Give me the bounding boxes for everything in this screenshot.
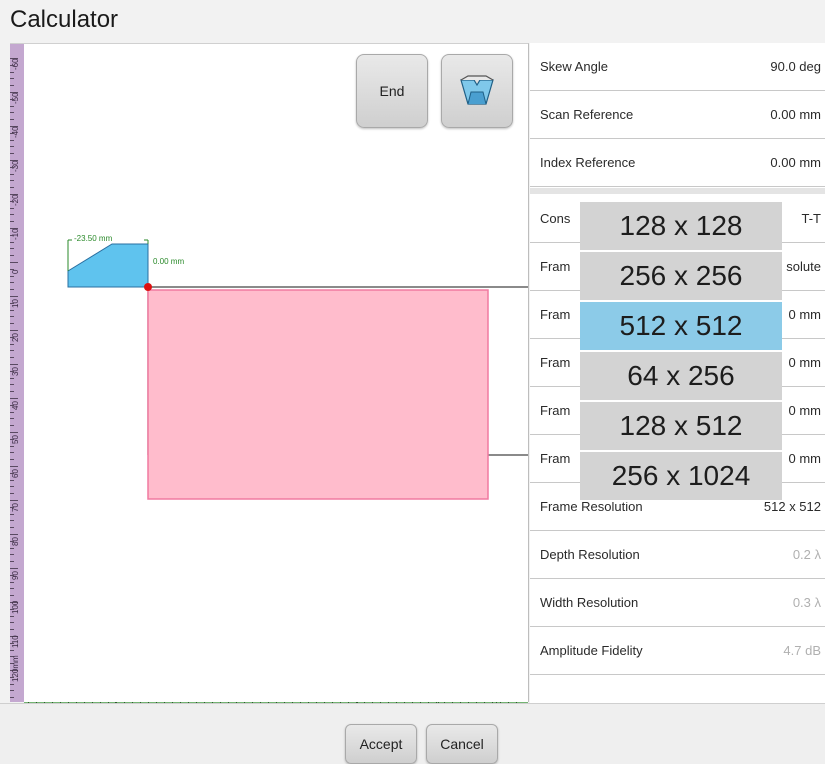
reference-point <box>144 283 152 291</box>
property-row[interactable]: Scan Reference 0.00 mm <box>530 91 825 139</box>
property-label: Index Reference <box>540 155 636 170</box>
property-value: solute <box>786 259 821 274</box>
property-label: Amplitude Fidelity <box>540 643 643 658</box>
property-label: Fram <box>540 403 571 418</box>
property-value: 0.00 mm <box>770 107 821 122</box>
property-value: 0 mm <box>788 451 822 466</box>
property-value: 90.0 deg <box>770 59 821 74</box>
property-value: 0.2 λ <box>792 547 821 562</box>
property-value: 0.3 λ <box>792 595 821 610</box>
property-label: Fram <box>540 259 571 274</box>
drawing-canvas[interactable]: -60 -50 -40 -30 -20 -10 0 10 20 30 40 50 60 70 80 90 100… <box>10 43 529 716</box>
probe-view-button[interactable] <box>441 54 513 128</box>
property-row[interactable]: Index Reference 0.00 mm <box>530 139 825 187</box>
end-button[interactable]: End <box>356 54 428 128</box>
offset-dimension-label: 0.00 mm <box>153 257 185 266</box>
property-label: Cons <box>540 211 571 226</box>
width-dimension-label: -23.50 mm <box>74 234 113 243</box>
property-label: Fram <box>540 355 571 370</box>
property-value: 0 mm <box>788 403 822 418</box>
property-value: 0 mm <box>788 355 822 370</box>
window-title: Calculator <box>10 6 119 33</box>
footer-bar: Accept Cancel <box>0 703 825 764</box>
probe-wedge <box>67 243 149 288</box>
resolution-option[interactable]: 256 x 256 <box>580 252 782 300</box>
resolution-option[interactable]: 256 x 1024 <box>580 452 782 500</box>
property-row[interactable]: Depth Resolution 0.2 λ <box>530 531 825 579</box>
resolution-option[interactable]: 512 x 512 <box>580 302 782 350</box>
property-row[interactable]: Amplitude Fidelity 4.7 dB <box>530 627 825 675</box>
frame-resolution-dropdown[interactable]: 128 x 128 256 x 256 512 x 512 64 x 256 128 x… <box>580 202 782 502</box>
section-separator <box>530 188 825 194</box>
property-value: T-T <box>801 211 822 226</box>
property-row[interactable]: Width Resolution 0.3 λ <box>530 579 825 627</box>
property-label: Skew Angle <box>540 59 608 74</box>
property-row[interactable]: Skew Angle 90.0 deg <box>530 43 825 91</box>
resolution-option[interactable]: 128 x 128 <box>580 202 782 250</box>
property-value: 4.7 dB <box>783 643 821 658</box>
property-value: 0.00 mm <box>770 155 821 170</box>
accept-button[interactable]: Accept <box>345 724 417 764</box>
property-label: Scan Reference <box>540 107 634 122</box>
cancel-button[interactable]: Cancel <box>426 724 498 764</box>
property-label: Depth Resolution <box>540 547 640 562</box>
resolution-option[interactable]: 128 x 512 <box>580 402 782 450</box>
property-label: Width Resolution <box>540 595 639 610</box>
inspection-zone <box>147 289 489 500</box>
property-value: 0 mm <box>788 307 822 322</box>
wedge-probe-icon <box>460 75 494 105</box>
property-label: Fram <box>540 451 571 466</box>
resolution-option[interactable]: 64 x 256 <box>580 352 782 400</box>
property-label: Fram <box>540 307 571 322</box>
drawing-svg <box>67 239 528 500</box>
